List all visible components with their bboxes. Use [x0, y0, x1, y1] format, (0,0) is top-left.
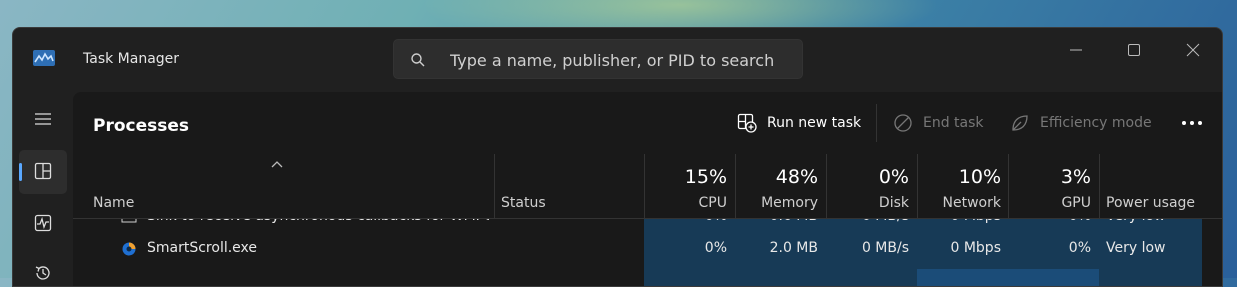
- end-task-label: End task: [923, 115, 984, 131]
- column-power-usage[interactable]: Power usage: [1106, 195, 1195, 211]
- task-manager-app-icon: [33, 50, 55, 66]
- active-indicator: [19, 163, 22, 181]
- processes-icon: [34, 162, 52, 180]
- process-icon: [121, 219, 137, 223]
- toolbar-divider: [876, 104, 877, 142]
- nav-performance[interactable]: [19, 202, 67, 246]
- efficiency-mode-label: Efficiency mode: [1040, 115, 1152, 131]
- title-bar[interactable]: Task Manager: [13, 28, 1222, 92]
- cpu-total: 15%: [684, 166, 727, 188]
- run-new-task-icon: [737, 113, 757, 133]
- nav-menu-button[interactable]: [19, 98, 67, 142]
- network-value: 0 Mbps: [918, 219, 1001, 232]
- gpu-total: 3%: [1060, 166, 1091, 188]
- task-manager-window: Task Manager Type a name, publisher, or …: [12, 27, 1223, 287]
- network-value: 0 Mbps: [950, 240, 1001, 256]
- disk-label: Disk: [878, 195, 909, 211]
- minimize-button[interactable]: [1053, 36, 1099, 64]
- gpu-value: 0%: [1009, 219, 1091, 232]
- app-history-icon: [35, 266, 50, 280]
- power-usage-value: Very low: [1106, 240, 1166, 256]
- column-name[interactable]: Name: [93, 195, 134, 211]
- more-options-icon: [1182, 121, 1202, 125]
- memory-value: 0.6 MB: [736, 219, 818, 232]
- network-label: Network: [942, 195, 1001, 211]
- cpu-value: 0%: [645, 219, 727, 232]
- sort-ascending-icon[interactable]: [271, 160, 283, 168]
- maximize-icon: [1128, 44, 1140, 56]
- hamburger-menu-icon: [35, 113, 51, 125]
- leaf-icon: [1012, 115, 1028, 131]
- process-name: SmartScroll.exe: [147, 240, 258, 256]
- run-new-task-button[interactable]: Run new task: [737, 109, 861, 137]
- search-box[interactable]: [393, 39, 803, 79]
- end-task-button[interactable]: End task: [893, 109, 984, 137]
- maximize-button[interactable]: [1111, 36, 1157, 64]
- cpu-label: CPU: [698, 195, 727, 211]
- processes-page: Processes Run new task End task Efficien…: [73, 92, 1222, 286]
- cpu-value: 0%: [704, 240, 727, 256]
- disk-value: 0 MB/s: [861, 240, 909, 256]
- disk-total: 0%: [878, 166, 909, 188]
- network-total: 10%: [958, 166, 1001, 188]
- nav-app-history[interactable]: [19, 252, 67, 286]
- search-icon: [410, 52, 426, 68]
- efficiency-mode-button[interactable]: Efficiency mode: [1010, 109, 1152, 137]
- memory-label: Memory: [761, 195, 818, 211]
- disk-value: 0 MB/s: [827, 219, 909, 232]
- power-usage-value: Very low: [1106, 219, 1202, 232]
- navigation-rail: [13, 92, 73, 286]
- column-header-row: Name Status 15% CPU 48% Memory 0% Disk 1…: [73, 154, 1222, 219]
- process-table: Sink to receive asynchronous callbacks f…: [73, 219, 1222, 286]
- gpu-label: GPU: [1061, 195, 1091, 211]
- page-title: Processes: [93, 116, 190, 136]
- close-icon: [1186, 43, 1200, 57]
- performance-icon: [34, 214, 52, 232]
- process-name: Sink to receive asynchronous callbacks f…: [147, 219, 489, 232]
- memory-total: 48%: [775, 166, 818, 188]
- memory-value: 2.0 MB: [769, 240, 818, 256]
- table-row[interactable]: SmartScroll.exe 0% 2.0 MB 0 MB/s 0 Mbps …: [73, 232, 1222, 264]
- more-options-button[interactable]: [1173, 109, 1211, 137]
- usage-heatmap-high: [917, 269, 1099, 286]
- table-row[interactable]: Sink to receive asynchronous callbacks f…: [73, 219, 1222, 232]
- column-status[interactable]: Status: [501, 195, 546, 211]
- end-task-icon: [894, 114, 912, 132]
- nav-processes[interactable]: [19, 150, 67, 194]
- app-title: Task Manager: [83, 51, 180, 67]
- smartscroll-app-icon: [122, 242, 136, 256]
- gpu-value: 0%: [1068, 240, 1091, 256]
- search-input[interactable]: [450, 48, 790, 72]
- minimize-icon: [1070, 49, 1082, 51]
- column-divider: [494, 154, 495, 218]
- close-button[interactable]: [1170, 36, 1216, 64]
- run-new-task-label: Run new task: [767, 115, 862, 131]
- column-divider: [1099, 154, 1100, 218]
